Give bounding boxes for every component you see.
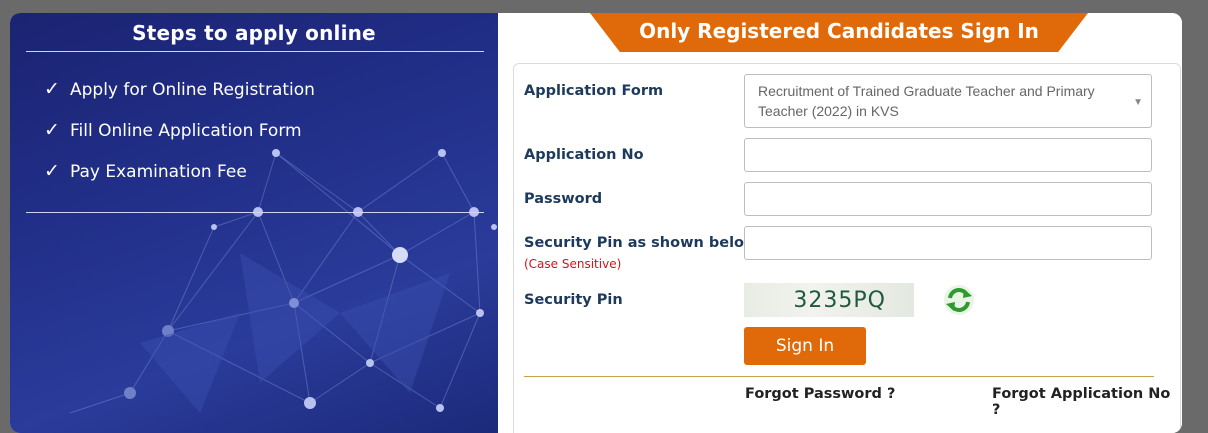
step-label: Fill Online Application Form	[70, 121, 302, 141]
application-no-label: Application No	[524, 147, 644, 163]
application-form-select[interactable]: Recruitment of Trained Graduate Teacher …	[744, 74, 1152, 128]
application-no-input[interactable]	[744, 138, 1152, 172]
step-item: ✓ Pay Examination Fee	[44, 161, 315, 202]
sign-in-button[interactable]: Sign In	[744, 327, 866, 365]
case-sensitive-note: (Case Sensitive)	[524, 257, 622, 271]
password-input[interactable]	[744, 182, 1152, 216]
form-divider	[524, 376, 1154, 377]
step-item: ✓ Apply for Online Registration	[44, 79, 315, 120]
refresh-icon[interactable]	[942, 283, 976, 317]
checkmark-icon: ✓	[44, 160, 60, 182]
signin-banner: Only Registered Candidates Sign In	[590, 13, 1088, 52]
signin-panel: Only Registered Candidates Sign In Appli…	[498, 13, 1182, 433]
steps-list: ✓ Apply for Online Registration ✓ Fill O…	[44, 79, 315, 202]
checkmark-icon: ✓	[44, 78, 60, 100]
step-label: Apply for Online Registration	[70, 80, 315, 100]
captcha-text: 3235PQ	[793, 287, 886, 313]
security-pin-input[interactable]	[744, 226, 1152, 260]
title-divider	[26, 51, 484, 52]
forgot-password-link[interactable]: Forgot Password ?	[745, 386, 895, 402]
steps-divider	[26, 212, 484, 213]
forgot-application-no-link[interactable]: Forgot Application No ?	[992, 386, 1180, 418]
security-pin-label: Security Pin	[524, 292, 623, 308]
step-label: Pay Examination Fee	[70, 162, 247, 182]
application-form-value: Recruitment of Trained Graduate Teacher …	[758, 83, 1095, 119]
security-pin-input-label: Security Pin as shown below	[524, 235, 758, 251]
captcha-image: 3235PQ	[744, 283, 914, 317]
steps-panel: Steps to apply online ✓ Apply for Online…	[10, 13, 498, 433]
application-form-label: Application Form	[524, 83, 664, 99]
password-label: Password	[524, 191, 603, 207]
dropdown-arrow-icon: ▼	[1133, 97, 1143, 108]
login-window: Steps to apply online ✓ Apply for Online…	[10, 13, 1182, 433]
checkmark-icon: ✓	[44, 119, 60, 141]
step-item: ✓ Fill Online Application Form	[44, 120, 315, 161]
network-background	[69, 149, 497, 414]
steps-title: Steps to apply online	[132, 21, 376, 45]
signin-form: Application Form Recruitment of Trained …	[513, 63, 1181, 433]
